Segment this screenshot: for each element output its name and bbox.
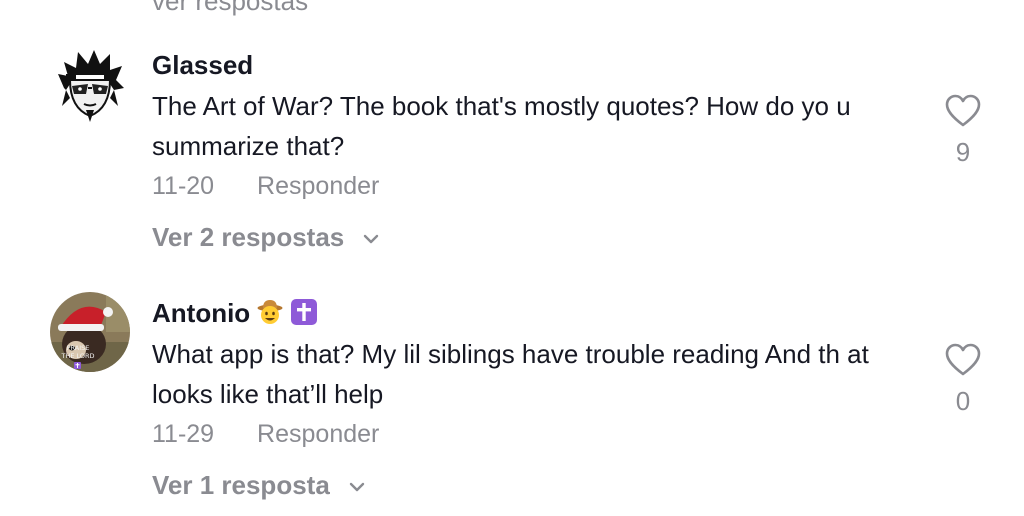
view-replies-label: Ver 2 respostas [152, 222, 345, 252]
comment-text: What app is that? My lil siblings have t… [152, 339, 869, 409]
comment-text: The Art of War? The book that's mostly q… [152, 91, 851, 161]
comment-meta: 11-29 Responder [152, 420, 379, 449]
svg-text:PRAISE: PRAISE [67, 344, 90, 352]
chevron-down-icon [364, 234, 379, 244]
view-replies-button[interactable]: Ver 2 respostas [152, 222, 379, 253]
svg-text:THE LORD: THE LORD [60, 352, 94, 360]
comment-date: 11-20 [152, 172, 215, 200]
username-text: Glassed [152, 50, 254, 80]
like-button[interactable]: 9 [940, 94, 986, 168]
like-button[interactable]: 0 [940, 343, 986, 417]
heart-icon [945, 343, 981, 376]
like-count: 9 [955, 137, 971, 167]
comment-date: 11-29 [152, 420, 215, 448]
santa-hat-dog-avatar-icon: PRAISE THE LORD [50, 292, 130, 372]
heart-icon [945, 94, 981, 127]
username-text: Antonio [152, 298, 251, 328]
cutoff-previous-text: ver respostas [152, 0, 309, 16]
reply-button[interactable]: Responder [257, 172, 379, 200]
reply-button[interactable]: Responder [257, 420, 379, 448]
cowboy-face-emoji-icon [257, 300, 283, 324]
view-replies-label: Ver 1 resposta [152, 470, 330, 500]
comment-username[interactable]: Glassed [152, 50, 253, 81]
avatar[interactable]: PRAISE THE LORD [50, 292, 130, 372]
chevron-down-icon [349, 482, 365, 492]
comment-username[interactable]: Antonio [152, 298, 317, 329]
anime-character-avatar-icon [50, 44, 130, 124]
like-count: 0 [955, 386, 971, 416]
view-replies-button[interactable]: Ver 1 resposta [152, 470, 365, 501]
avatar[interactable] [50, 44, 130, 124]
comment-meta: 11-20 Responder [152, 172, 379, 201]
latin-cross-emoji-icon [290, 299, 317, 325]
